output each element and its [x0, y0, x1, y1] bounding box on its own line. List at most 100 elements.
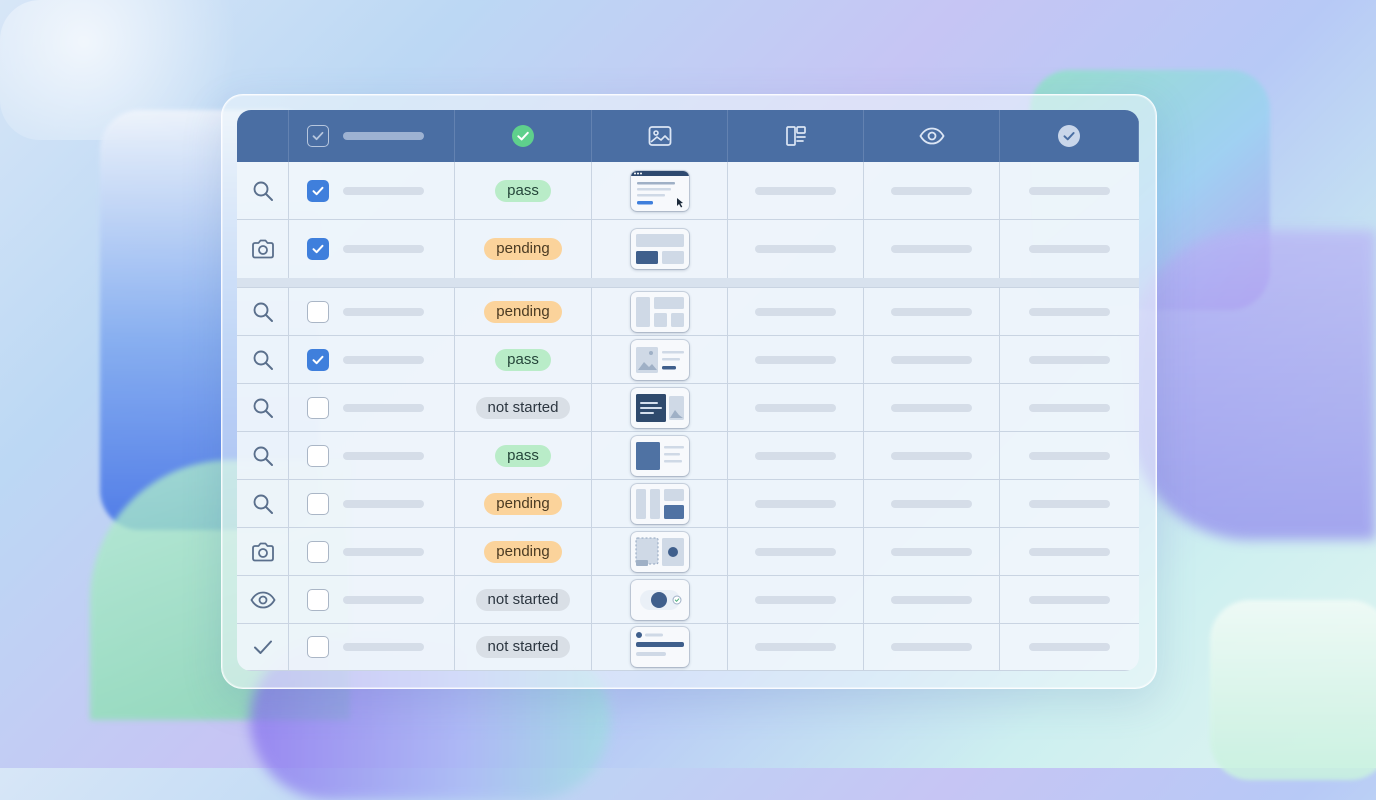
row-action-cell — [237, 288, 289, 335]
text-placeholder — [891, 245, 972, 253]
row-data-cell — [864, 220, 1000, 278]
row-preview-cell — [592, 480, 728, 527]
dashed-dot-thumbnail[interactable] — [630, 531, 689, 572]
row-preview-cell — [592, 432, 728, 479]
row-data-cell — [1000, 480, 1139, 527]
image-text-thumbnail[interactable] — [630, 339, 689, 380]
header-cell-visibility[interactable] — [864, 110, 1000, 162]
header-cell-layout[interactable] — [728, 110, 864, 162]
table-row[interactable]: pending — [237, 220, 1139, 278]
row-status-cell: pending — [455, 528, 592, 575]
header-cell-approval[interactable] — [1000, 110, 1139, 162]
row-checkbox[interactable] — [307, 444, 329, 467]
text-placeholder — [1029, 643, 1110, 651]
table-row[interactable]: pass — [237, 336, 1139, 384]
row-select-cell — [289, 336, 455, 383]
list-button-thumbnail[interactable] — [630, 627, 689, 667]
row-preview-cell — [592, 576, 728, 623]
row-data-cell — [864, 480, 1000, 527]
table-row[interactable]: pending — [237, 528, 1139, 576]
text-placeholder — [755, 307, 836, 316]
dark-card-image-thumbnail[interactable] — [630, 387, 689, 428]
text-placeholder — [755, 245, 836, 253]
text-placeholder — [891, 307, 972, 316]
row-checkbox[interactable] — [307, 238, 329, 260]
row-checkbox[interactable] — [307, 588, 329, 611]
search-icon[interactable] — [252, 397, 274, 419]
text-placeholder — [1029, 547, 1110, 556]
row-status-cell: pass — [455, 162, 592, 219]
banner-blocks-thumbnail[interactable] — [630, 229, 689, 269]
row-checkbox[interactable] — [307, 348, 329, 371]
row-checkbox[interactable] — [307, 540, 329, 563]
row-data-cell — [728, 288, 864, 335]
search-icon[interactable] — [252, 349, 274, 371]
text-placeholder — [891, 499, 972, 508]
table-row[interactable]: not started — [237, 624, 1139, 671]
check-icon[interactable] — [252, 636, 274, 658]
row-status-cell: pass — [455, 336, 592, 383]
toggle-thumbnail[interactable] — [630, 579, 689, 620]
text-placeholder — [343, 245, 424, 253]
row-checkbox[interactable] — [307, 300, 329, 323]
row-select-cell — [289, 220, 455, 278]
row-select-cell — [289, 288, 455, 335]
row-preview-cell — [592, 624, 728, 670]
group-divider — [237, 278, 1139, 288]
table-row[interactable]: pending — [237, 288, 1139, 336]
row-select-cell — [289, 480, 455, 527]
row-data-cell — [1000, 336, 1139, 383]
text-placeholder — [755, 595, 836, 604]
row-action-cell — [237, 432, 289, 479]
camera-icon[interactable] — [251, 238, 275, 260]
status-badge: pending — [484, 492, 562, 515]
row-select-cell — [289, 432, 455, 479]
text-placeholder — [755, 355, 836, 364]
search-icon[interactable] — [252, 445, 274, 467]
row-action-cell — [237, 480, 289, 527]
eye-icon[interactable] — [249, 591, 276, 609]
webpage-cursor-thumbnail[interactable] — [630, 170, 689, 211]
row-data-cell — [728, 384, 864, 431]
search-icon[interactable] — [252, 180, 274, 202]
row-select-cell — [289, 576, 455, 623]
status-badge: not started — [475, 396, 571, 419]
table-row[interactable]: not started — [237, 384, 1139, 432]
text-placeholder — [1029, 499, 1110, 508]
row-action-cell — [237, 528, 289, 575]
grid-layout-thumbnail[interactable] — [630, 291, 689, 332]
row-data-cell — [728, 480, 864, 527]
row-checkbox[interactable] — [307, 492, 329, 515]
table-row[interactable]: not started — [237, 576, 1139, 624]
header-cell-select — [289, 110, 455, 162]
header-cell-preview[interactable] — [592, 110, 728, 162]
row-data-cell — [728, 624, 864, 670]
block-lines-thumbnail[interactable] — [630, 435, 689, 476]
row-data-cell — [728, 432, 864, 479]
status-badge: not started — [475, 588, 571, 611]
row-checkbox[interactable] — [307, 396, 329, 419]
search-icon[interactable] — [252, 493, 274, 515]
row-data-cell — [728, 336, 864, 383]
row-checkbox[interactable] — [307, 636, 329, 658]
table-row[interactable]: pending — [237, 480, 1139, 528]
row-status-cell: not started — [455, 384, 592, 431]
row-preview-cell — [592, 162, 728, 219]
image-icon — [648, 125, 672, 147]
text-placeholder — [343, 307, 424, 316]
search-icon[interactable] — [252, 301, 274, 323]
text-placeholder — [755, 499, 836, 508]
row-data-cell — [864, 162, 1000, 219]
text-placeholder — [891, 547, 972, 556]
select-all-checkbox[interactable] — [307, 125, 329, 147]
table-row[interactable]: pass — [237, 432, 1139, 480]
header-cell-status[interactable] — [455, 110, 592, 162]
status-badge: pending — [484, 540, 562, 563]
row-data-cell — [1000, 220, 1139, 278]
row-checkbox[interactable] — [307, 179, 329, 202]
camera-icon[interactable] — [251, 541, 275, 563]
table-row[interactable]: pass — [237, 162, 1139, 220]
columns-layout-thumbnail[interactable] — [630, 483, 689, 524]
row-data-cell — [728, 162, 864, 219]
row-data-cell — [728, 576, 864, 623]
